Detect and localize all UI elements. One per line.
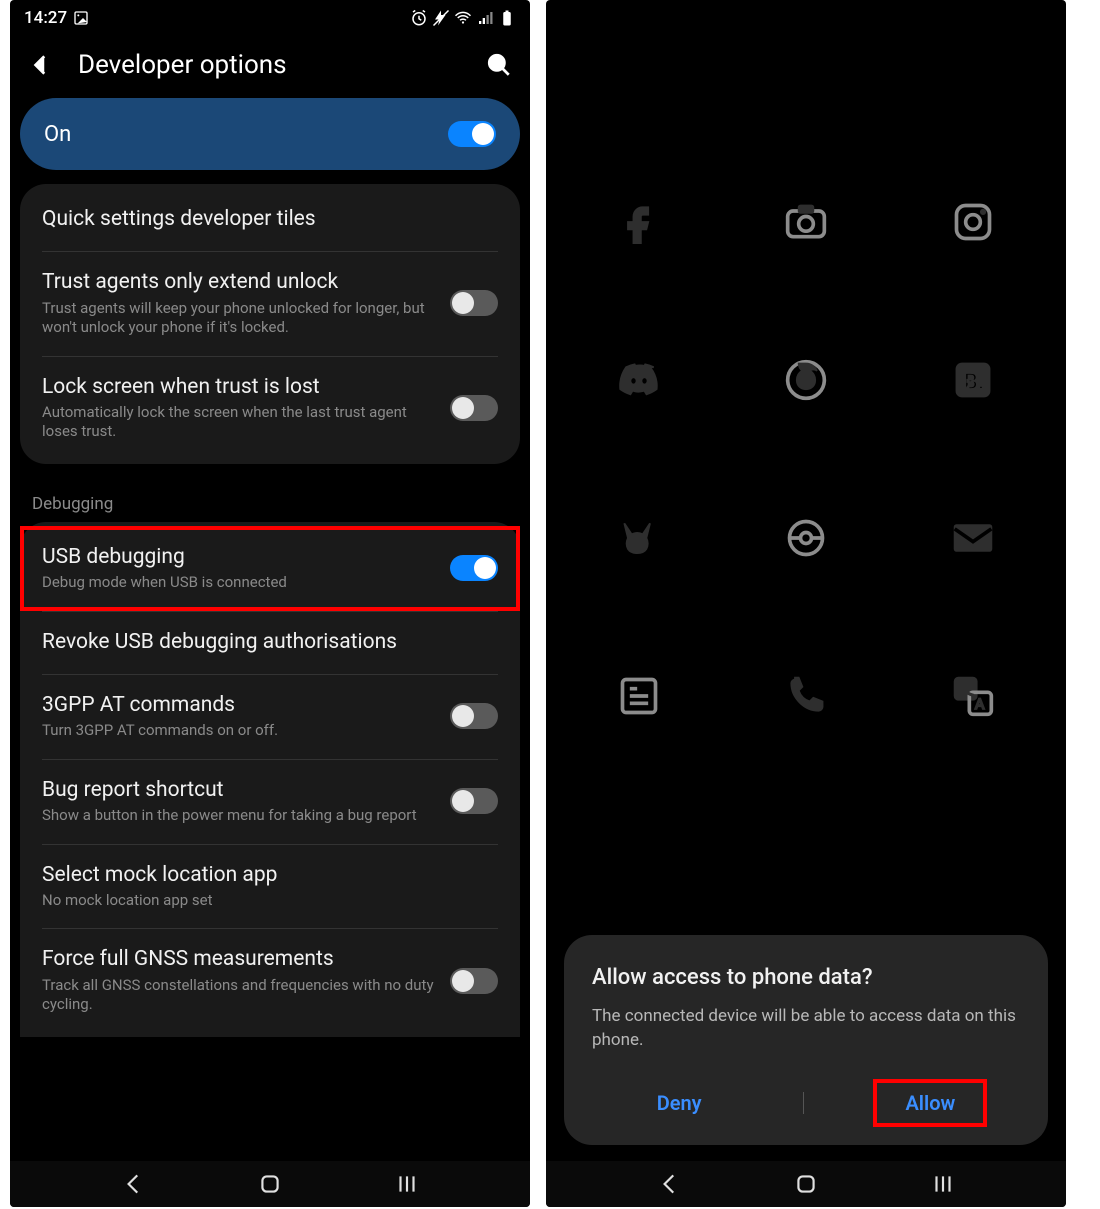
back-icon[interactable] (28, 52, 54, 78)
row-title: USB debugging (42, 544, 436, 571)
toggle-switch[interactable] (450, 788, 498, 814)
toggle-switch[interactable] (450, 395, 498, 421)
app-pokeball-icon[interactable] (784, 516, 828, 564)
row-title: Trust agents only extend unlock (42, 269, 436, 296)
app-mail-icon[interactable] (951, 516, 995, 564)
app-pikachu-icon[interactable] (617, 516, 661, 564)
app-grid: B. 文A (586, 200, 1026, 722)
app-gnews-icon[interactable] (617, 674, 661, 722)
phone-home-dialog: B. 文A Allow access to phone data? The con… (546, 0, 1066, 1207)
phone-developer-options: 14:27 Developer options On Quick setting… (10, 0, 530, 1207)
developer-master-toggle[interactable]: On (20, 98, 520, 170)
settings-row-select-mock-location-app[interactable]: Select mock location appNo mock location… (20, 844, 520, 929)
settings-row-usb-debugging[interactable]: USB debuggingDebug mode when USB is conn… (20, 526, 520, 611)
status-time: 14:27 (24, 8, 67, 28)
nav-home-icon[interactable] (257, 1171, 283, 1197)
toggle-switch[interactable] (450, 290, 498, 316)
nav-back-icon[interactable] (121, 1171, 147, 1197)
allow-access-dialog: Allow access to phone data? The connecte… (564, 935, 1048, 1145)
nav-bar (10, 1161, 530, 1207)
row-subtitle: Turn 3GPP AT commands on or off. (42, 721, 436, 741)
settings-card-1: Quick settings developer tiles Trust agen… (20, 184, 520, 464)
app-discord-icon[interactable] (617, 358, 661, 406)
toggle-switch[interactable] (450, 555, 498, 581)
settings-row-quick-settings-developer-tiles[interactable]: Quick settings developer tiles (20, 188, 520, 251)
search-icon[interactable] (486, 52, 512, 78)
settings-card-debugging: USB debuggingDebug mode when USB is conn… (20, 522, 520, 1037)
battery-icon (498, 9, 516, 27)
row-title: Bug report shortcut (42, 777, 436, 804)
master-toggle-switch[interactable] (448, 121, 496, 147)
nav-recents-icon[interactable] (394, 1171, 420, 1197)
svg-text:文: 文 (958, 680, 973, 698)
nav-back-icon[interactable] (657, 1171, 683, 1197)
settings-row-force-full-gnss-measurements[interactable]: Force full GNSS measurements Track all GN… (20, 928, 520, 1032)
row-title: Lock screen when trust is lost (42, 374, 436, 401)
row-title: Force full GNSS measurements (42, 946, 436, 973)
nav-home-icon[interactable] (793, 1171, 819, 1197)
settings-row-bug-report-shortcut[interactable]: Bug report shortcutShow a button in the … (20, 759, 520, 844)
dialog-text: The connected device will be able to acc… (592, 1004, 1020, 1053)
status-bar: 14:27 (10, 0, 530, 36)
allow-button[interactable]: Allow (877, 1083, 983, 1123)
button-divider (803, 1092, 804, 1114)
row-subtitle: Show a button in the power menu for taki… (42, 806, 436, 826)
settings-row-trust-agents-only-extend-unlock[interactable]: Trust agents only extend unlock Trust age… (20, 251, 520, 355)
signal-icon (476, 9, 494, 27)
app-booking-icon[interactable]: B. (951, 358, 995, 406)
row-title: Revoke USB debugging authorisations (42, 629, 498, 656)
master-toggle-label: On (44, 122, 71, 147)
settings-row-3gpp-at-commands[interactable]: 3GPP AT commandsTurn 3GPP AT commands on… (20, 674, 520, 759)
toggle-switch[interactable] (450, 968, 498, 994)
row-title: Select mock location app (42, 862, 498, 889)
row-subtitle: No mock location app set (42, 891, 498, 911)
app-phone-icon[interactable] (784, 674, 828, 722)
row-subtitle: Trust agents will keep your phone unlock… (42, 299, 436, 338)
settings-scroll[interactable]: On Quick settings developer tiles Trust a… (10, 98, 530, 1207)
app-firefox-icon[interactable] (784, 358, 828, 406)
section-label-debugging: Debugging (10, 476, 530, 522)
settings-row-revoke-usb-debugging-authorisations[interactable]: Revoke USB debugging authorisations (20, 611, 520, 674)
alarm-icon (410, 9, 428, 27)
header: Developer options (10, 36, 530, 98)
settings-row-lock-screen-when-trust-is-lost[interactable]: Lock screen when trust is lostAutomatica… (20, 356, 520, 460)
svg-text:A: A (974, 695, 984, 713)
row-subtitle: Track all GNSS constellations and freque… (42, 976, 436, 1015)
svg-text:B.: B. (963, 370, 983, 395)
dialog-title: Allow access to phone data? (592, 965, 1020, 990)
deny-button[interactable]: Deny (629, 1083, 730, 1123)
toggle-switch[interactable] (450, 703, 498, 729)
app-facebook-icon[interactable] (617, 200, 661, 248)
wifi-icon (454, 9, 472, 27)
app-translate-icon[interactable]: 文A (951, 674, 995, 722)
row-title: 3GPP AT commands (42, 692, 436, 719)
page-title: Developer options (78, 50, 287, 80)
nav-bar (546, 1161, 1066, 1207)
row-title: Quick settings developer tiles (42, 206, 498, 233)
nav-recents-icon[interactable] (930, 1171, 956, 1197)
image-icon (73, 10, 89, 26)
app-instagram-icon[interactable] (951, 200, 995, 248)
vibrate-icon (432, 9, 450, 27)
row-subtitle: Debug mode when USB is connected (42, 573, 436, 593)
app-camera-icon[interactable] (784, 200, 828, 248)
row-subtitle: Automatically lock the screen when the l… (42, 403, 436, 442)
